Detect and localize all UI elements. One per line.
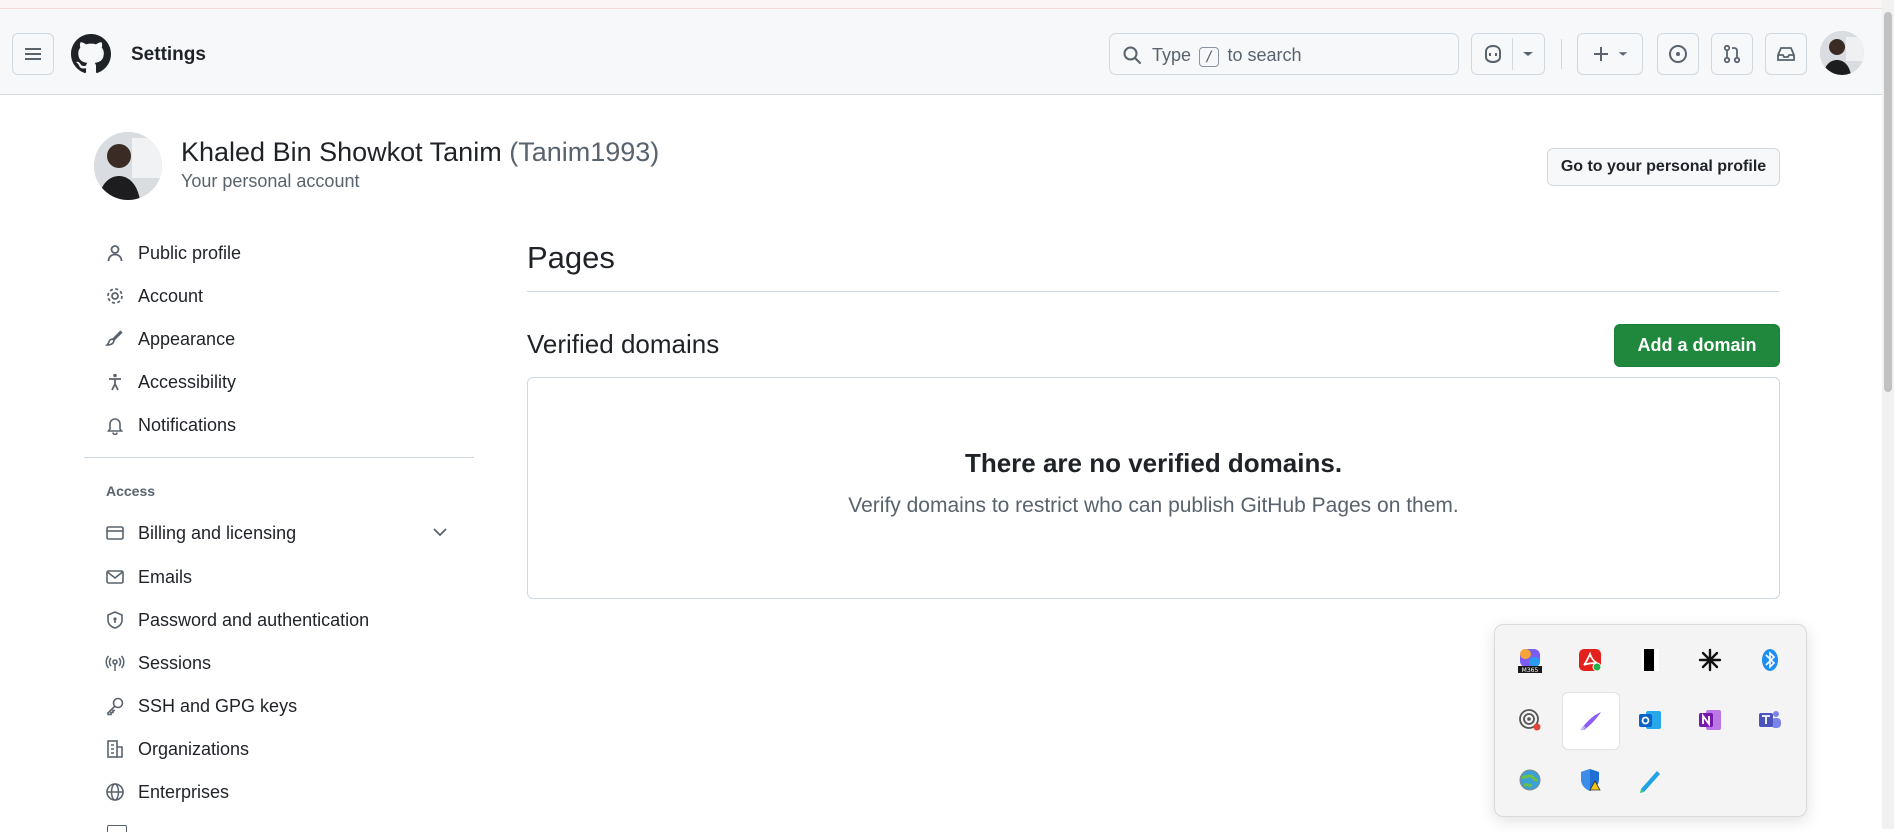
sidebar-item-enterprises[interactable]: Enterprises: [104, 777, 229, 807]
sidebar-item-label: Notifications: [138, 414, 237, 435]
sidebar-item-password[interactable]: Password and authentication: [104, 605, 369, 635]
empty-state-box: There are no verified domains. Verify do…: [527, 377, 1780, 599]
shield-lock-icon: [104, 609, 126, 631]
svg-text:M365: M365: [1522, 667, 1539, 674]
sidebar-item-label: Organizations: [138, 738, 250, 759]
onenote-icon[interactable]: [1690, 700, 1730, 740]
scrollbar-thumb[interactable]: [1884, 12, 1892, 392]
github-logo-icon[interactable]: [71, 34, 111, 74]
black-rectangle-app-icon[interactable]: [1630, 640, 1670, 680]
profile-login[interactable]: (Tanim1993): [509, 137, 659, 167]
mail-icon: [104, 566, 126, 588]
sidebar-item-label: SSH and GPG keys: [138, 695, 298, 716]
plus-icon: [1594, 47, 1608, 61]
page-title: Pages: [527, 240, 615, 275]
sidebar-section-access: Access: [106, 483, 156, 499]
copilot-button[interactable]: [1471, 33, 1545, 75]
globe-icon: [104, 781, 126, 803]
browser-top-strip: [0, 0, 1894, 9]
search-icon: [1123, 46, 1141, 64]
sidebar-item-label: Enterprises: [138, 781, 230, 802]
sidebar-divider: [84, 457, 474, 458]
acrobat-icon[interactable]: [1570, 640, 1610, 680]
sidebar-item-label: Sessions: [138, 652, 212, 673]
defender-warning-icon[interactable]: [1570, 760, 1610, 800]
issues-button[interactable]: [1657, 33, 1699, 75]
bell-icon: [104, 414, 126, 436]
empty-state-description: Verify domains to restrict who can publi…: [848, 494, 1459, 517]
create-new-button[interactable]: [1577, 33, 1643, 75]
page-context-title[interactable]: Settings: [131, 44, 206, 66]
profile-avatar[interactable]: [94, 132, 162, 200]
sidebar-item-sessions[interactable]: Sessions: [104, 648, 211, 678]
inbox-button[interactable]: [1765, 33, 1807, 75]
search-input[interactable]: Type / to search: [1109, 33, 1459, 75]
copilot-split-divider: [1512, 38, 1513, 70]
sidebar-item-billing[interactable]: Billing and licensing: [104, 518, 454, 548]
outlook-icon[interactable]: [1630, 700, 1670, 740]
system-tray-overflow-popup: M365: [1494, 624, 1807, 817]
sidebar-item-label: Public profile: [138, 242, 242, 263]
header-divider: [1561, 39, 1562, 69]
sidebar-item-organizations[interactable]: Organizations: [104, 734, 249, 764]
sidebar-item-label: Account: [138, 285, 204, 306]
broadcast-icon: [104, 652, 126, 674]
organization-icon: [104, 738, 126, 760]
chevron-down-icon: [1618, 52, 1628, 56]
menu-button[interactable]: [12, 33, 54, 75]
profile-display-name: Khaled Bin Showkot Tanim: [181, 137, 502, 167]
search-suffix-text: to search: [1227, 45, 1302, 65]
bluetooth-icon[interactable]: [1750, 640, 1790, 680]
add-domain-button[interactable]: Add a domain: [1614, 324, 1780, 367]
chevron-down-icon[interactable]: [432, 526, 448, 538]
sidebar-item-appearance[interactable]: Appearance: [104, 324, 235, 354]
credit-card-icon: [104, 522, 126, 544]
sidebar-item-accessibility[interactable]: Accessibility: [104, 367, 236, 397]
sidebar-item-label: Appearance: [138, 328, 236, 349]
page-title-divider: [527, 291, 1779, 292]
sidebar-item-label: Password and authentication: [138, 609, 370, 630]
globe-sync-icon[interactable]: [1510, 760, 1550, 800]
sidebar-item-account[interactable]: Account: [104, 281, 203, 311]
sidebar-item-public-profile[interactable]: Public profile: [104, 238, 241, 268]
search-shortcut-key: /: [1199, 47, 1220, 67]
sidebar-item-emails[interactable]: Emails: [104, 562, 192, 592]
go-to-profile-button[interactable]: Go to your personal profile: [1547, 148, 1780, 186]
user-avatar[interactable]: [1820, 31, 1864, 75]
issue-opened-icon: [1669, 45, 1687, 63]
key-icon: [104, 695, 126, 717]
stylus-app-icon[interactable]: [1630, 760, 1670, 800]
podcast-recording-icon[interactable]: [1510, 700, 1550, 740]
asterisk-app-icon[interactable]: [1690, 640, 1730, 680]
section-title: Verified domains: [527, 329, 720, 359]
account-type-label: Your personal account: [181, 171, 360, 191]
search-prefix-text: Type: [1152, 45, 1192, 65]
pull-requests-button[interactable]: [1711, 33, 1753, 75]
sidebar-item-ssh-gpg[interactable]: SSH and GPG keys: [104, 691, 297, 721]
copilot-icon: [1485, 44, 1501, 64]
sidebar-item-notifications[interactable]: Notifications: [104, 410, 236, 440]
chevron-down-icon[interactable]: [1521, 49, 1535, 59]
teams-icon[interactable]: [1750, 700, 1790, 740]
inbox-icon: [1777, 47, 1795, 61]
profile-name: Khaled Bin Showkot Tanim (Tanim1993): [181, 137, 659, 168]
gear-icon: [104, 285, 126, 307]
search-placeholder: Type / to search: [1152, 45, 1302, 67]
paintbrush-icon: [104, 328, 126, 350]
hamburger-icon: [25, 48, 41, 60]
sidebar-item-label: Billing and licensing: [138, 522, 297, 543]
global-header: Settings Type / to search: [0, 9, 1894, 95]
person-icon: [104, 242, 126, 264]
sidebar-item-label: Accessibility: [138, 371, 237, 392]
pen-app-icon[interactable]: [1562, 692, 1620, 750]
git-pull-request-icon: [1723, 44, 1741, 64]
sidebar-item-label: Emails: [138, 566, 193, 587]
page-scrollbar[interactable]: [1882, 0, 1894, 829]
empty-state-heading: There are no verified domains.: [964, 448, 1343, 478]
accessibility-icon: [104, 371, 126, 393]
microsoft-365-copilot-icon[interactable]: M365: [1510, 640, 1550, 680]
